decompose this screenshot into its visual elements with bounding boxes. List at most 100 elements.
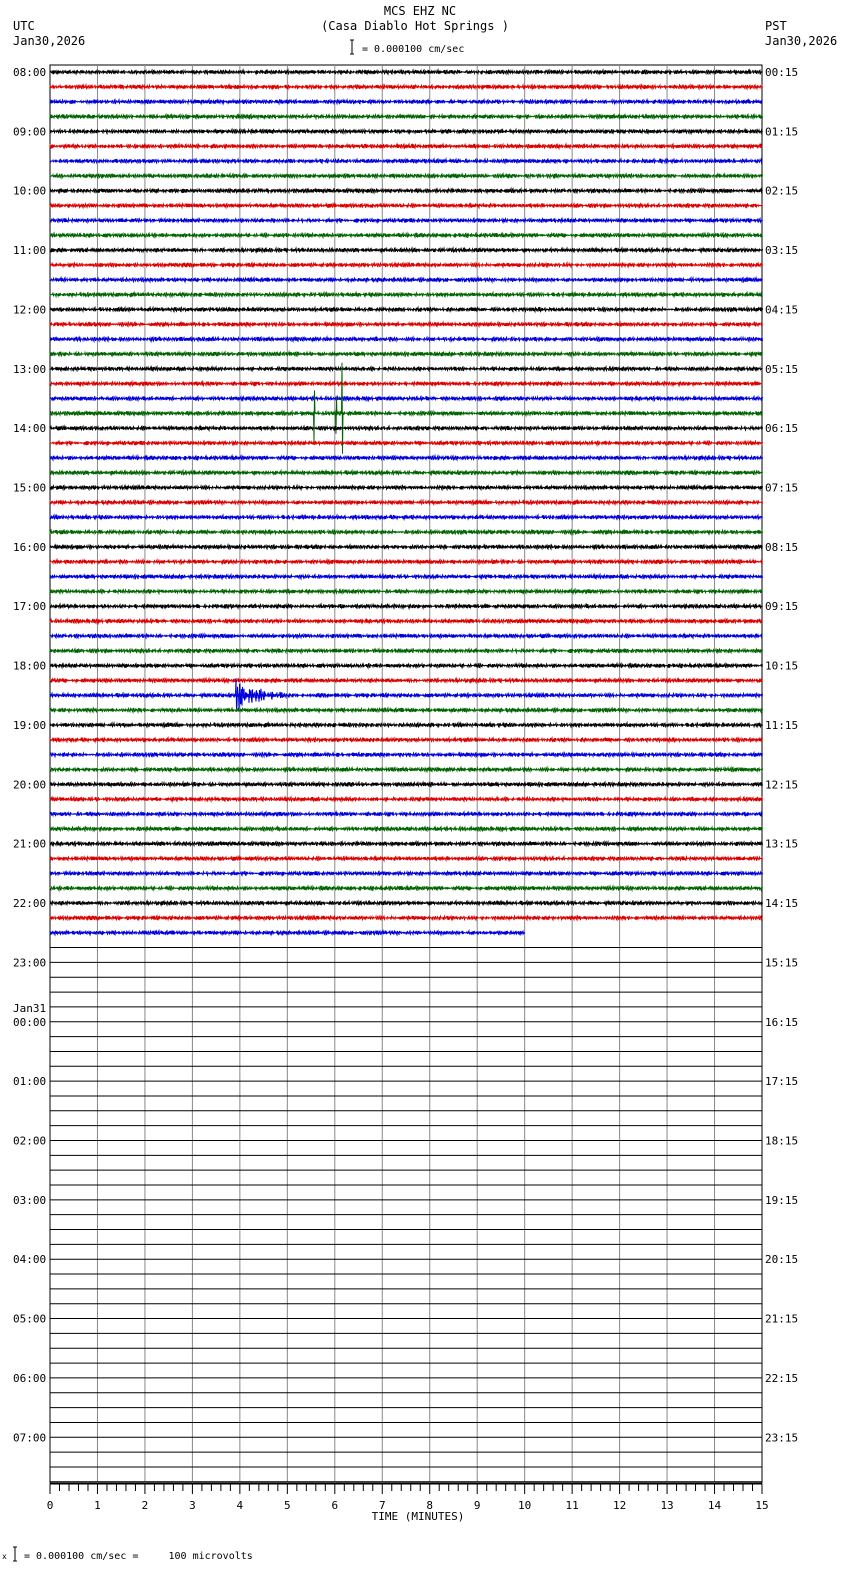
utc-hour-label: 05:00	[13, 1313, 46, 1326]
pst-hour-label: 21:15	[765, 1313, 798, 1326]
seismic-trace	[49, 275, 763, 284]
seismic-trace	[49, 67, 763, 76]
utc-hour-label: 13:00	[13, 363, 46, 376]
seismic-trace	[49, 780, 763, 789]
pst-hour-label: 19:15	[765, 1194, 798, 1207]
seismic-trace	[49, 171, 763, 180]
footer-scale-bar-icon	[13, 1546, 17, 1562]
pst-hour-label: 15:15	[765, 956, 798, 969]
x-tick-label: 1	[94, 1499, 101, 1512]
utc-hour-label: 23:00	[13, 956, 46, 969]
utc-hour-label: 02:00	[13, 1134, 46, 1147]
seismic-trace	[49, 646, 763, 655]
pst-hour-label: 18:15	[765, 1134, 798, 1147]
pst-hour-label: 16:15	[765, 1016, 798, 1029]
seismic-trace	[49, 201, 763, 210]
seismic-trace	[49, 379, 763, 388]
seismic-trace	[49, 439, 763, 448]
seismic-trace	[49, 914, 763, 922]
seismic-trace	[49, 513, 763, 522]
seismic-trace	[49, 528, 763, 537]
seismic-trace	[49, 394, 763, 403]
seismic-trace	[49, 632, 763, 641]
seismic-trace	[49, 676, 763, 685]
seismic-trace	[49, 720, 763, 729]
utc-hour-label: 14:00	[13, 422, 46, 435]
seismic-trace	[49, 335, 763, 344]
plot-frame	[49, 64, 763, 1484]
utc-hour-label: 20:00	[13, 778, 46, 791]
seismic-trace	[49, 231, 763, 240]
pst-hour-label: 05:15	[765, 363, 798, 376]
seismic-trace	[49, 678, 763, 709]
seismic-trace	[49, 483, 763, 492]
seismic-trace	[49, 661, 763, 670]
pst-hour-label: 03:15	[765, 244, 798, 257]
seismic-trace	[49, 453, 763, 462]
utc-hour-label: 12:00	[13, 303, 46, 316]
x-axis-label: TIME (MINUTES)	[372, 1510, 465, 1523]
x-tick-label: 10	[518, 1499, 531, 1512]
station-title: MCS EHZ NC	[384, 4, 456, 18]
utc-hour-label: 10:00	[13, 185, 46, 198]
seismic-trace	[49, 557, 763, 566]
seismic-trace	[49, 97, 763, 106]
utc-hour-label: 04:00	[13, 1253, 46, 1266]
seismic-trace	[49, 899, 763, 908]
seismic-trace	[49, 587, 763, 596]
seismic-trace	[49, 572, 763, 581]
scale-text: = 0.000100 cm/sec	[362, 44, 464, 55]
x-tick-label: 3	[189, 1499, 196, 1512]
seismic-trace	[49, 498, 763, 507]
right-date: Jan30,2026	[765, 34, 837, 48]
pst-hour-label: 06:15	[765, 422, 798, 435]
seismic-trace	[49, 216, 763, 225]
pst-hour-label: 13:15	[765, 838, 798, 851]
x-tick-label: 6	[331, 1499, 338, 1512]
pst-hour-label: 09:15	[765, 600, 798, 613]
left-date: Jan30,2026	[13, 34, 85, 48]
pst-hour-label: 12:15	[765, 778, 798, 791]
pst-hour-label: 00:15	[765, 66, 798, 79]
seismic-trace	[49, 735, 763, 744]
seismic-trace	[49, 617, 763, 626]
x-tick-label: 0	[47, 1499, 54, 1512]
seismic-trace	[49, 290, 763, 299]
seismic-trace	[49, 765, 763, 774]
utc-hour-label: 18:00	[13, 660, 46, 673]
pst-hour-label: 23:15	[765, 1431, 798, 1444]
x-tick-label: 5	[284, 1499, 291, 1512]
seismic-trace	[49, 305, 763, 314]
utc-hour-label: 07:00	[13, 1431, 46, 1444]
pst-hour-label: 11:15	[765, 719, 798, 732]
utc-hour-label: 22:00	[13, 897, 46, 910]
seismic-trace	[49, 320, 763, 329]
x-tick-label: 12	[613, 1499, 626, 1512]
pst-hour-label: 07:15	[765, 482, 798, 495]
seismic-trace	[49, 142, 763, 151]
seismic-trace	[49, 260, 763, 269]
pst-hour-label: 20:15	[765, 1253, 798, 1266]
seismic-trace	[49, 186, 763, 195]
seismic-trace	[49, 839, 763, 848]
seismic-trace	[49, 810, 763, 818]
footer-scale-text: = 0.000100 cm/sec = 100 microvolts	[24, 1551, 253, 1562]
pst-hour-label: 22:15	[765, 1372, 798, 1385]
x-tick-label: 4	[237, 1499, 244, 1512]
left-timezone: UTC	[13, 19, 35, 33]
right-timezone: PST	[765, 19, 787, 33]
seismic-trace	[49, 869, 763, 878]
station-subtitle: (Casa Diablo Hot Springs )	[321, 19, 509, 33]
seismic-trace	[49, 602, 763, 611]
seismic-trace	[49, 795, 763, 804]
seismic-trace	[49, 157, 763, 165]
seismic-trace	[49, 362, 763, 454]
utc-hour-label: 00:00	[13, 1016, 46, 1029]
utc-hour-label: 21:00	[13, 838, 46, 851]
seismic-trace	[49, 884, 763, 893]
pst-hour-label: 01:15	[765, 125, 798, 138]
footer-prefix: x	[2, 1552, 7, 1561]
pst-hour-label: 17:15	[765, 1075, 798, 1088]
pst-hour-label: 08:15	[765, 541, 798, 554]
seismic-trace	[49, 82, 763, 91]
